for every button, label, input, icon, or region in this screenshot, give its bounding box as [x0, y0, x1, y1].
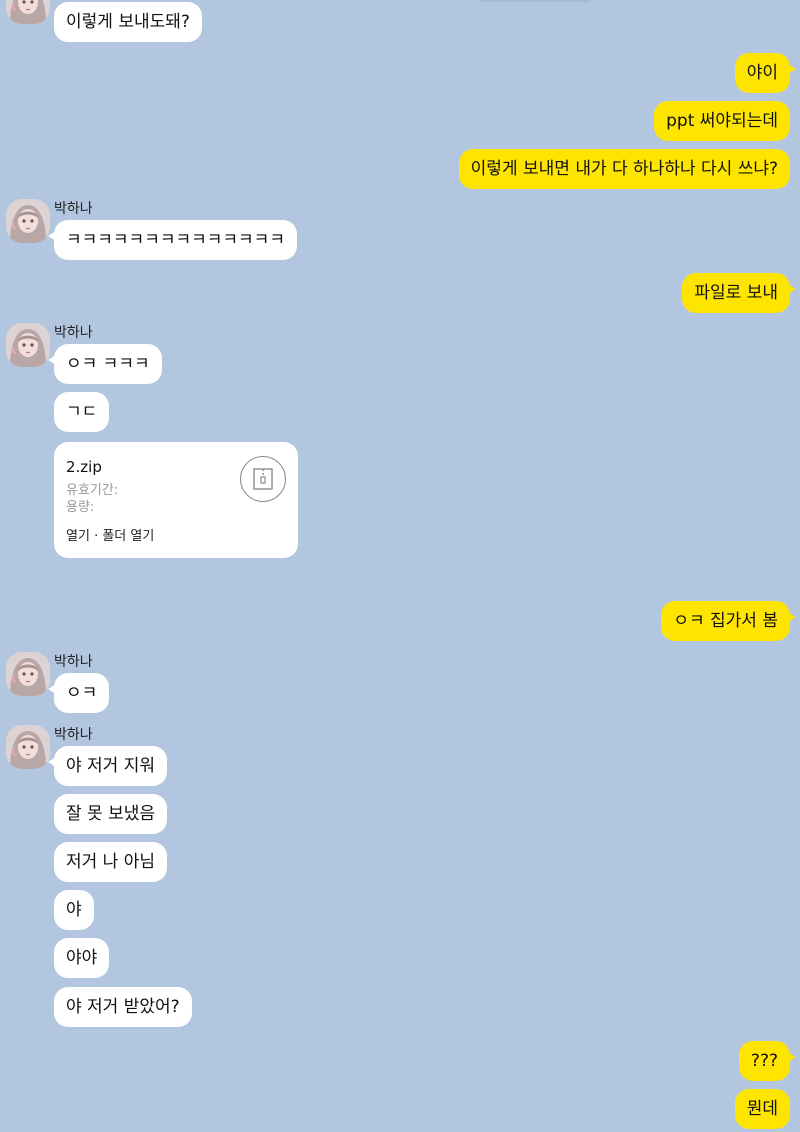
open-folder-link[interactable]: 폴더 열기 [102, 529, 154, 544]
sender-name: 박하나 [54, 654, 93, 670]
open-file-link[interactable]: 열기 [66, 529, 90, 544]
message-bubble[interactable]: ㅇㅋ [47, 673, 110, 713]
sender-name: 박하나 [54, 727, 93, 743]
sender-name: 박하나 [54, 325, 93, 341]
message-bubble[interactable]: 이렇게 보내도돼? [54, 2, 202, 42]
message-bubble[interactable]: 야 [54, 890, 94, 930]
top-divider [480, 0, 590, 2]
message-bubble[interactable]: 파일로 보내 [682, 273, 796, 313]
message-bubble[interactable]: ??? [738, 1041, 797, 1081]
message-bubble[interactable]: ㄱㄷ [54, 392, 110, 432]
message-bubble[interactable]: 야이 [734, 53, 797, 93]
avatar[interactable] [6, 199, 50, 243]
message-bubble[interactable]: 뭔데 [734, 1089, 790, 1129]
avatar[interactable] [6, 0, 50, 24]
message-bubble[interactable]: 야야 [54, 938, 110, 978]
zip-file-icon[interactable] [240, 456, 286, 502]
avatar[interactable] [6, 725, 50, 769]
avatar[interactable] [6, 323, 50, 367]
message-bubble[interactable]: 이렇게 보내면 내가 다 하나하나 다시 쓰냐? [458, 149, 790, 189]
avatar[interactable] [6, 652, 50, 696]
file-actions: 열기 · 폴더 열기 [66, 525, 154, 544]
message-bubble[interactable]: 저거 나 아님 [54, 842, 168, 882]
sender-name: 박하나 [54, 201, 93, 217]
message-bubble[interactable]: 잘 못 보냈음 [54, 794, 168, 834]
message-bubble[interactable]: ㅇㅋ 집가서 봄 [661, 601, 796, 641]
message-bubble[interactable]: ㅋㅋㅋㅋㅋㅋㅋㅋㅋㅋㅋㅋㅋㅋ [48, 220, 297, 260]
message-bubble[interactable]: 야 저거 받았어? [54, 987, 192, 1027]
separator: · [94, 529, 99, 544]
message-bubble[interactable]: ppt 써야되는데 [654, 101, 790, 141]
message-bubble[interactable]: 야 저거 지워 [47, 746, 168, 786]
file-attachment-card[interactable]: 2.zip 유효기간: 용량: 열기 · 폴더 열기 [54, 442, 298, 558]
file-size-label: 용량: [66, 500, 95, 515]
message-bubble[interactable]: ㅇㅋ ㅋㅋㅋ [48, 344, 162, 384]
